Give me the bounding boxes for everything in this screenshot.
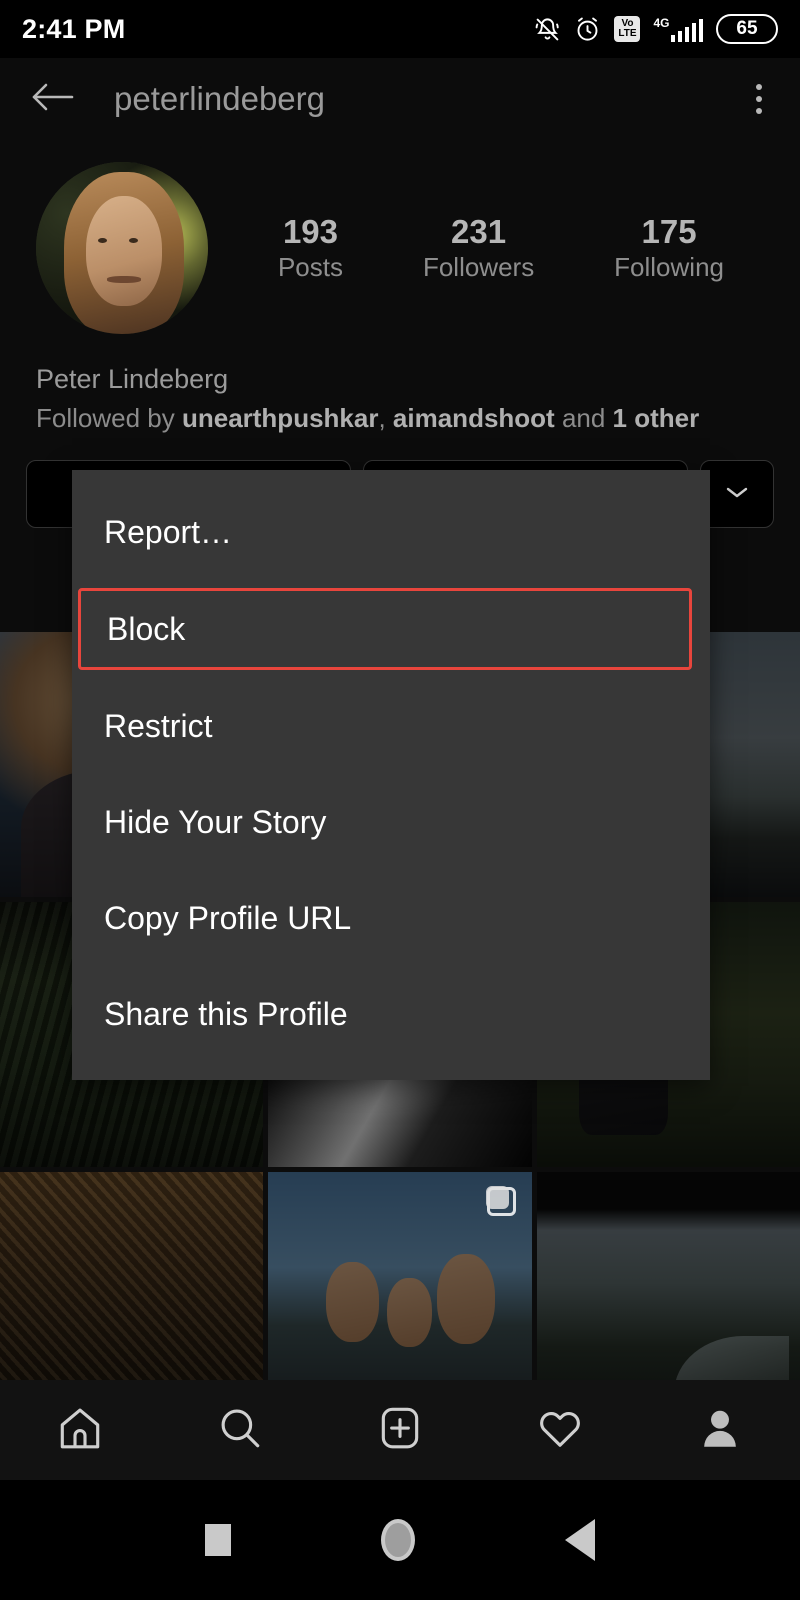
triangle-back-icon[interactable] [565,1519,595,1561]
avatar[interactable] [36,162,208,334]
stat-followers-label: Followers [422,251,535,282]
profile-avatar-icon [695,1403,745,1458]
volte-icon: Vo LTE [614,16,641,42]
android-navigation-bar [0,1480,800,1600]
phone-screen: 2:41 PM Vo LTE 4G 65 peterlindeberg 193 … [0,0,800,1600]
menu-item-spacer [72,572,710,588]
followed-by-user-one[interactable]: unearthpushkar [182,403,379,433]
square-recents-icon[interactable] [205,1524,231,1556]
stat-followers-count: 231 [451,213,507,251]
stat-posts-count: 193 [282,213,339,251]
profile-bio: Peter Lindeberg Followed by unearthpushk… [0,334,800,438]
menu-item-label: Hide Your Story [104,803,327,840]
nav-profile[interactable] [677,1393,763,1468]
nav-add-post[interactable] [357,1393,443,1468]
menu-item-label: Restrict [104,707,213,744]
followed-by-prefix: Followed by [36,403,182,434]
kebab-menu-icon[interactable] [744,76,774,122]
menu-item-spacer [72,958,710,974]
menu-item-block[interactable]: Block [78,588,692,670]
menu-item-label: Report… [104,513,233,550]
profile-full-name: Peter Lindeberg [36,364,229,394]
nav-search[interactable] [197,1393,283,1468]
home-icon [55,1403,105,1458]
menu-item-report[interactable]: Report… [72,492,710,572]
profile-top-row: 193 Posts 231 Followers 175 Following [0,140,800,334]
menu-item-spacer [72,670,710,686]
menu-item-copy-profile-url[interactable]: Copy Profile URL [72,878,710,958]
stat-following[interactable]: 175 Following [614,213,724,283]
add-post-icon [375,1403,425,1458]
bottom-navigation [0,1380,800,1480]
menu-item-label: Block [107,610,186,647]
arrow-left-icon[interactable] [26,77,86,122]
stat-following-count: 175 [641,213,697,251]
menu-item-spacer [72,766,710,782]
menu-item-spacer [72,862,710,878]
more-actions-button[interactable] [700,460,774,529]
menu-item-restrict[interactable]: Restrict [72,686,710,766]
battery-icon: 65 [716,14,778,44]
stat-followers[interactable]: 231 Followers [423,213,534,283]
menu-item-label: Share this Profile [104,995,348,1032]
nav-home[interactable] [37,1393,123,1468]
followed-by-conjunction: and [554,403,613,434]
circle-home-icon[interactable] [381,1519,415,1561]
app-header: peterlindeberg [0,58,800,140]
signal-bars [670,19,703,42]
menu-item-share-this-profile[interactable]: Share this Profile [72,974,710,1054]
page-title: peterlindeberg [114,80,325,117]
menu-item-hide-your-story[interactable]: Hide Your Story [72,782,710,862]
status-time: 2:41 PM [22,13,126,44]
chevron-down-icon [722,482,752,507]
stat-posts-label: Posts [277,251,343,282]
followed-by-others[interactable]: 1 other [613,403,700,433]
followed-by-text: Followed by unearthpushkar, aimandshoot … [36,399,764,438]
status-icon-group: Vo LTE 4G 65 [534,14,778,44]
followed-by-user-two[interactable]: aimandshoot [393,403,555,433]
heart-icon [535,1403,585,1458]
profile-options-menu: Report… Block Restrict Hide Your Story Copy … [72,470,710,1080]
stat-following-label: Following [614,251,724,282]
stat-posts[interactable]: 193 Posts [278,213,343,283]
menu-item-label: Copy Profile URL [104,899,352,936]
followed-by-separator: , [378,403,393,434]
battery-level: 65 [736,18,758,39]
signal-4g-icon: 4G [653,16,703,42]
carousel-icon [485,1186,516,1216]
bell-muted-icon [534,16,561,43]
profile-stats: 193 Posts 231 Followers 175 Following [208,213,764,283]
alarm-clock-icon [574,16,601,43]
status-bar: 2:41 PM Vo LTE 4G 65 [0,0,800,58]
nav-activity[interactable] [517,1393,603,1468]
search-icon [215,1403,265,1458]
